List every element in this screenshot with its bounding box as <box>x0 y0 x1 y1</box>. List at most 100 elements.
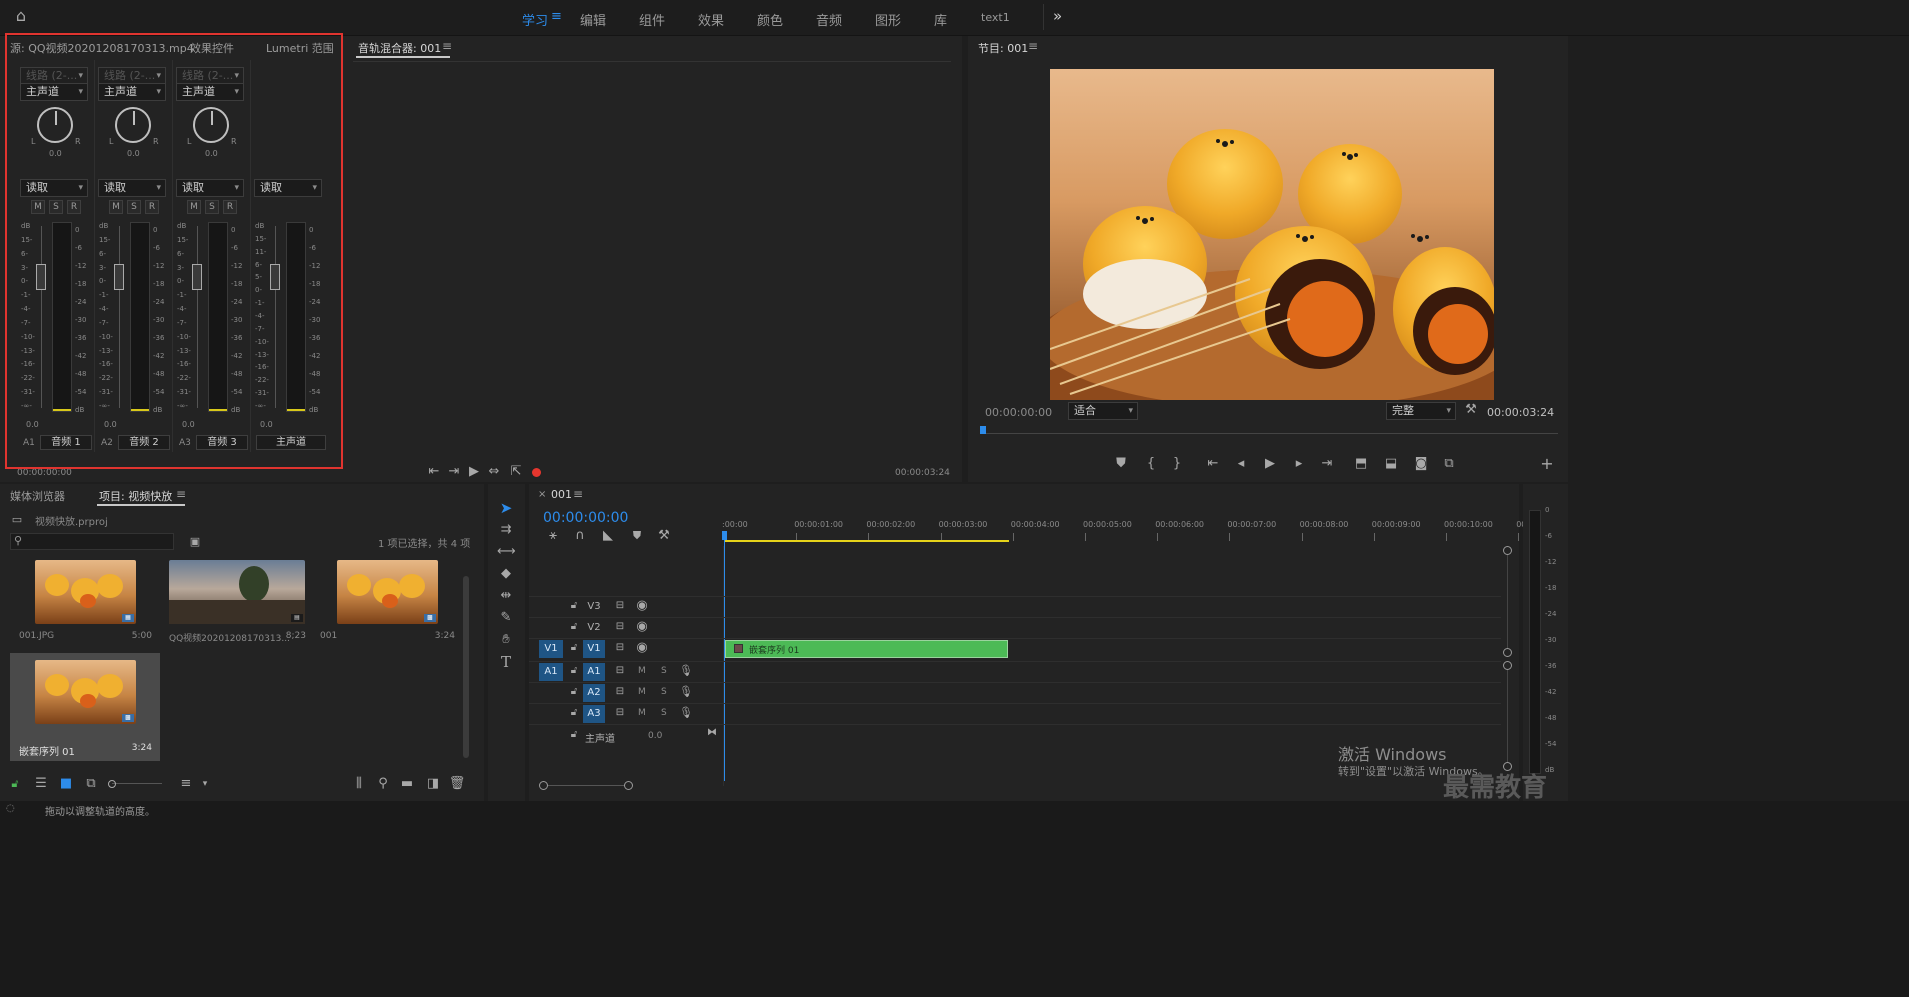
loop-icon[interactable]: ⇔ <box>485 464 503 480</box>
channel-select[interactable]: 主声道 ▾ <box>20 83 88 101</box>
quality-select[interactable]: 完整 ▾ <box>1386 402 1456 420</box>
timeline-menu-icon[interactable]: ≡ <box>573 487 583 501</box>
slip-tool-icon[interactable]: ⇹ <box>497 588 515 604</box>
tab-sequence[interactable]: 001 <box>551 488 572 501</box>
tab-effect-controls[interactable]: 效果控件 <box>190 40 234 56</box>
sync-lock-icon[interactable]: ⊟ <box>611 619 629 635</box>
time-ruler[interactable]: :00:00 00:00:01:00 00:00:02:00 00:00:03:00 0… <box>722 516 1526 542</box>
tab-project[interactable]: 项目: 视频快放 <box>99 488 172 504</box>
tab-program[interactable]: 节目: 001 <box>978 40 1028 56</box>
source-patch[interactable]: A1 <box>539 663 563 681</box>
solo-button[interactable]: S <box>205 200 219 214</box>
track-target[interactable]: V1 <box>583 640 605 658</box>
step-back-icon[interactable]: ◂ <box>1232 456 1250 472</box>
lock-icon[interactable]: 🔓︎ <box>565 684 583 700</box>
lift-icon[interactable]: ⬒ <box>1352 456 1370 472</box>
automation-mode-select[interactable]: 读取 ▾ <box>176 179 244 197</box>
zoom-slider[interactable] <box>112 783 162 784</box>
chevron-down-icon[interactable]: ▾ <box>196 776 214 792</box>
volume-fader[interactable] <box>114 264 124 290</box>
tab-audio-track-mixer[interactable]: 音轨混合器: 001 <box>358 40 441 56</box>
tab-audio[interactable]: 音频 <box>816 10 842 29</box>
channel-select[interactable]: 主声道 ▾ <box>98 83 166 101</box>
extract-icon[interactable]: ⬓ <box>1382 456 1400 472</box>
project-item-selected[interactable]: ▩ 嵌套序列 01 3:24 <box>10 653 160 761</box>
tab-color[interactable]: 颜色 <box>757 10 783 29</box>
go-to-in-icon[interactable]: ⇤ <box>425 464 443 480</box>
automation-mode-select[interactable]: 读取 ▾ <box>20 179 88 197</box>
mixer-menu-icon[interactable]: ≡ <box>442 39 452 53</box>
lock-icon[interactable]: 🔓︎ <box>565 619 583 635</box>
solo-button[interactable]: S <box>661 687 667 697</box>
type-tool-icon[interactable]: T <box>497 654 515 670</box>
project-item[interactable]: ▩ 001 3:24 <box>316 559 461 647</box>
add-marker-icon[interactable]: ◣ <box>599 528 617 544</box>
eye-icon[interactable]: ◉ <box>633 640 651 656</box>
record-button[interactable]: R <box>145 200 159 214</box>
go-to-end-icon[interactable]: ⧓ <box>703 725 721 741</box>
marker-icon[interactable]: ⛊ <box>628 528 646 544</box>
volume-fader[interactable] <box>36 264 46 290</box>
playhead-marker[interactable] <box>980 426 986 434</box>
automation-mode-select[interactable]: 读取 ▾ <box>98 179 166 197</box>
play-icon[interactable]: ▶ <box>465 464 483 480</box>
trash-icon[interactable]: 🗑︎ <box>448 776 466 792</box>
lock-icon[interactable]: 🔓︎ <box>6 776 24 792</box>
wrench-icon[interactable]: ⚒ <box>655 528 673 544</box>
sync-lock-icon[interactable]: ⊟ <box>611 598 629 614</box>
new-bin-icon[interactable]: ▬ <box>398 776 416 792</box>
pan-knob[interactable] <box>115 107 151 143</box>
pan-knob[interactable] <box>193 107 229 143</box>
linked-selection-icon[interactable]: ∩ <box>571 528 589 544</box>
find-icon[interactable]: ⚲ <box>374 776 392 792</box>
microphone-icon[interactable]: 🎙︎ <box>677 684 695 700</box>
mute-button[interactable]: M <box>638 708 646 718</box>
tab-learn[interactable]: 学习 <box>522 10 548 29</box>
list-view-icon[interactable]: ☰ <box>32 776 50 792</box>
lock-icon[interactable]: 🔓︎ <box>565 598 583 614</box>
mute-button[interactable]: M <box>109 200 123 214</box>
track-name[interactable]: 音频 1 <box>40 435 92 450</box>
playhead-handle[interactable] <box>722 531 727 540</box>
channel-select[interactable]: 主声道 ▾ <box>176 83 244 101</box>
step-forward-icon[interactable]: ▸ <box>1290 456 1308 472</box>
volume-fader[interactable] <box>270 264 280 290</box>
home-icon[interactable]: ⌂ <box>12 8 30 24</box>
timeline-clip[interactable]: 嵌套序列 01 <box>725 640 1008 658</box>
track-target[interactable]: A2 <box>583 684 605 702</box>
tab-media-browser[interactable]: 媒体浏览器 <box>10 488 65 504</box>
close-icon[interactable]: × <box>538 489 546 500</box>
timeline-timecode[interactable]: 00:00:00:00 <box>543 510 628 526</box>
record-button[interactable]: R <box>223 200 237 214</box>
more-workspaces-icon[interactable]: » <box>1053 7 1062 25</box>
solo-button[interactable]: S <box>49 200 63 214</box>
lock-icon[interactable]: 🔓︎ <box>565 663 583 679</box>
eye-icon[interactable]: ◉ <box>633 598 651 614</box>
record-button[interactable]: R <box>67 200 81 214</box>
new-bin-icon[interactable]: ▣ <box>186 534 204 550</box>
comparison-icon[interactable]: ⧉ <box>1440 456 1458 472</box>
lock-icon[interactable]: 🔓︎ <box>565 640 583 656</box>
sync-lock-icon[interactable]: ⊟ <box>611 663 629 679</box>
tab-lumetri-scopes[interactable]: Lumetri 范围 <box>266 40 334 56</box>
project-item[interactable]: ▤ QQ视频20201208170313... 8;23 <box>164 559 314 647</box>
sync-lock-icon[interactable]: ⊟ <box>611 640 629 656</box>
eye-icon[interactable]: ◉ <box>633 619 651 635</box>
master-track-value[interactable]: 0.0 <box>648 731 662 741</box>
track-target[interactable]: A1 <box>583 663 605 681</box>
track-target[interactable]: A3 <box>583 705 605 723</box>
track-select-tool-icon[interactable]: ⇉ <box>497 522 515 538</box>
go-to-in-icon[interactable]: ⇤ <box>1204 456 1222 472</box>
mark-in-icon[interactable]: { <box>1142 456 1160 472</box>
tab-assembly[interactable]: 组件 <box>639 10 665 29</box>
mute-button[interactable]: M <box>638 666 646 676</box>
mute-button[interactable]: M <box>638 687 646 697</box>
step-back-icon[interactable]: ⇥ <box>445 464 463 480</box>
add-button-icon[interactable]: + <box>1538 456 1556 472</box>
solo-button[interactable]: S <box>661 708 667 718</box>
pen-tool-icon[interactable]: ✎ <box>497 610 515 626</box>
tab-edit[interactable]: 编辑 <box>580 10 606 29</box>
vertical-scrollbar[interactable] <box>1503 546 1512 771</box>
microphone-icon[interactable]: 🎙︎ <box>677 705 695 721</box>
solo-button[interactable]: S <box>127 200 141 214</box>
